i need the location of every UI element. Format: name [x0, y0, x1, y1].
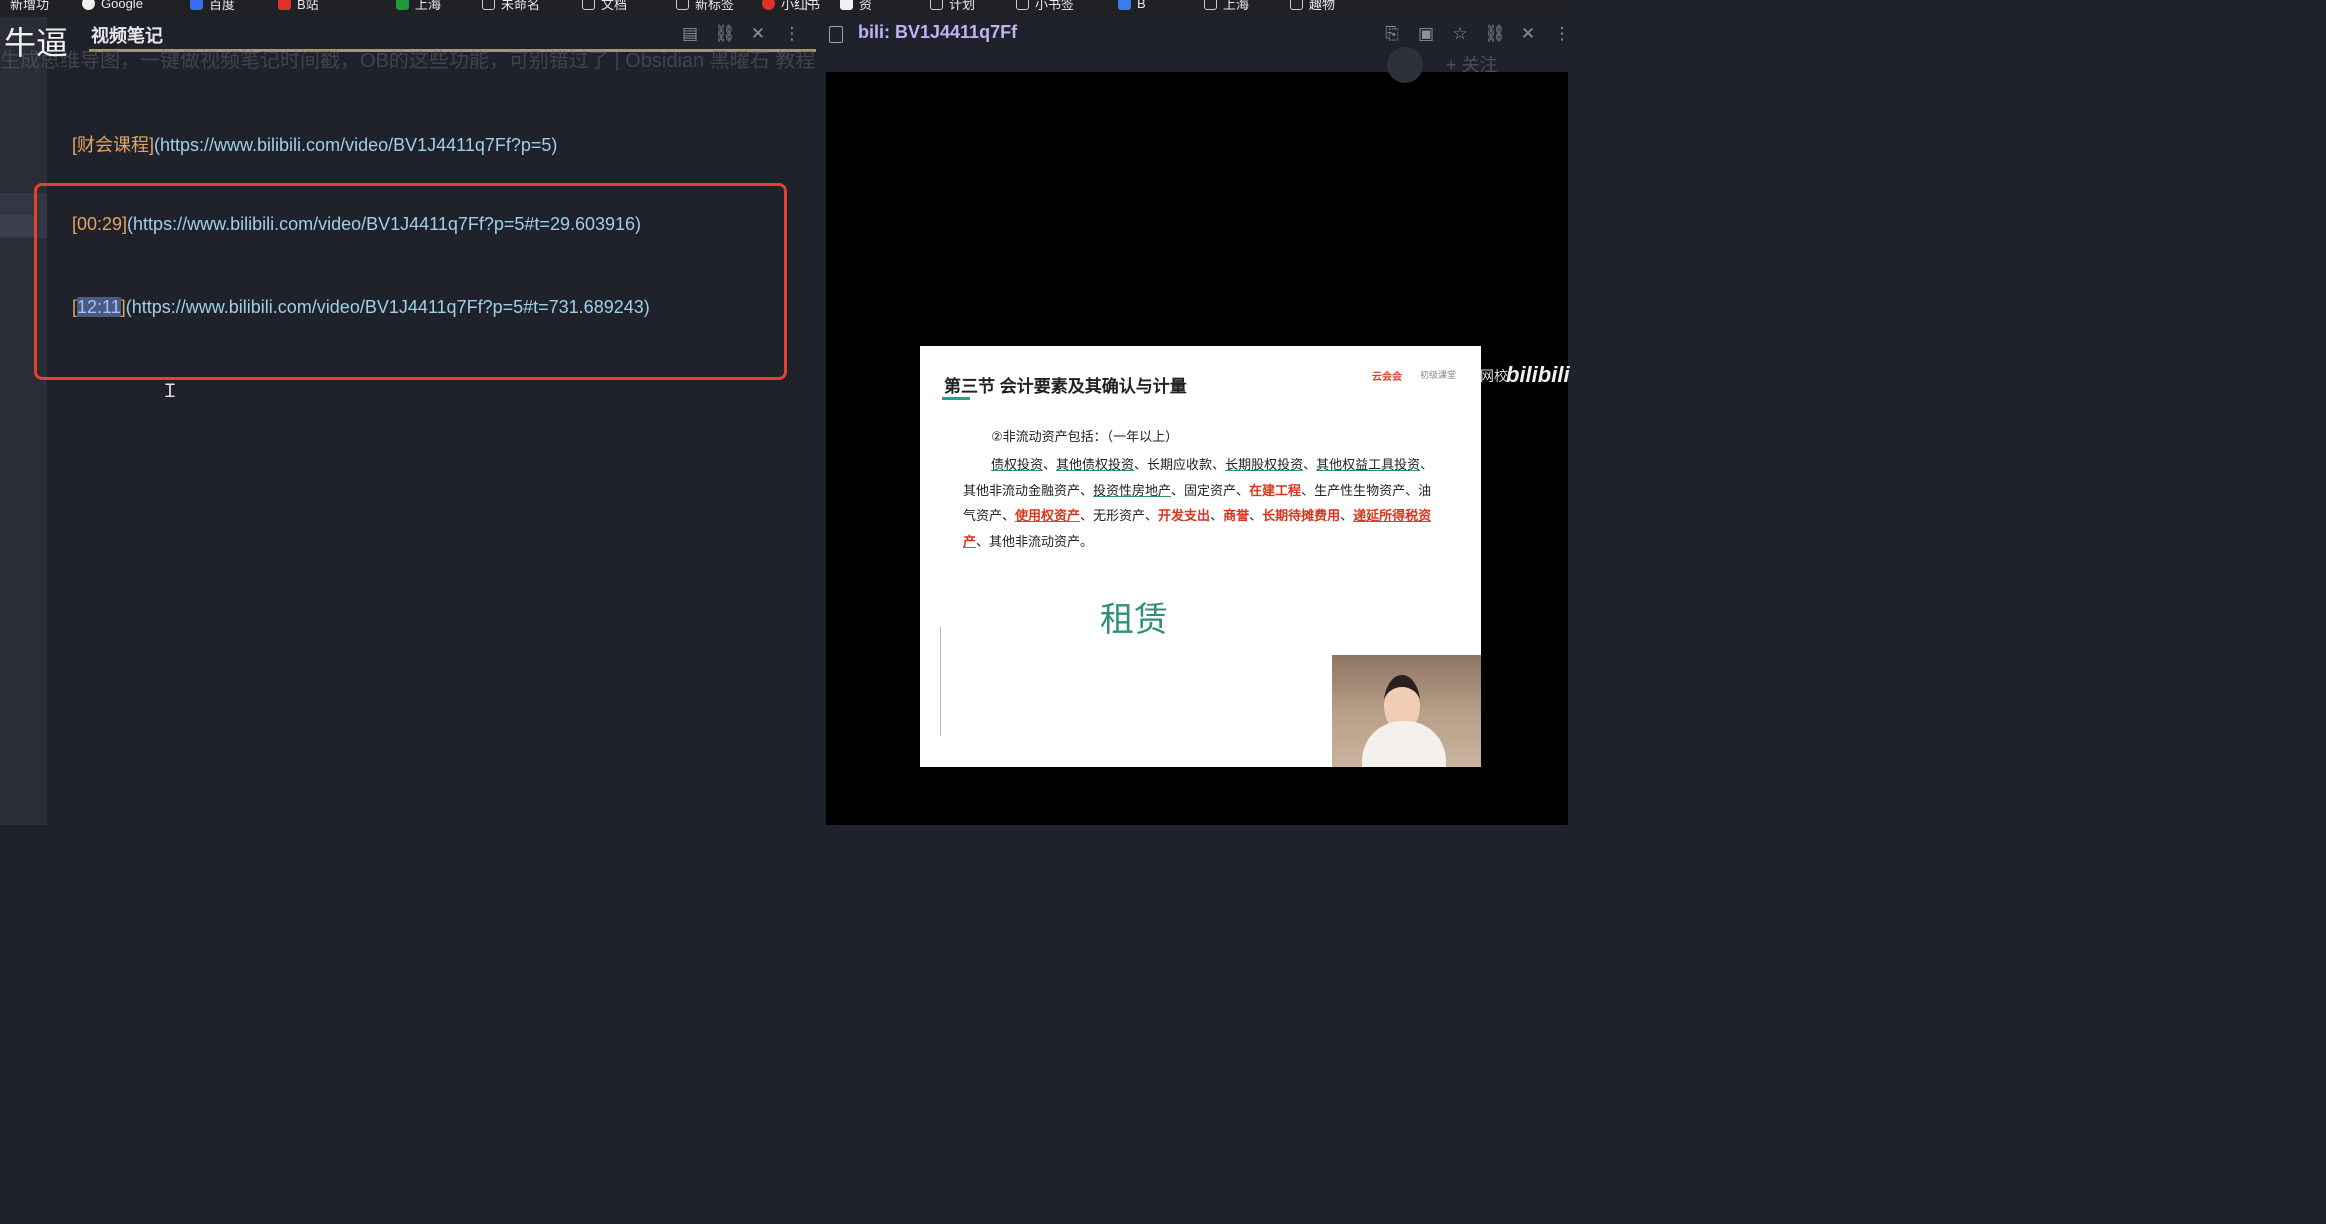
bookmark-item[interactable]: 趣物	[1290, 0, 1335, 12]
note-link-line[interactable]: [财会课程](https://www.bilibili.com/video/BV…	[72, 131, 557, 157]
xiaohongshu-icon	[762, 0, 775, 10]
timestamp-icon[interactable]: ⎘	[1382, 24, 1402, 44]
link-label[interactable]: [财会课程]	[72, 135, 154, 155]
sheet-icon	[396, 0, 409, 10]
slide-title: 第三节 会计要素及其确认与计量	[944, 377, 1187, 396]
timestamp-line[interactable]: [12:11](https://www.bilibili.com/video/B…	[72, 297, 650, 318]
slide-margin-line	[940, 626, 941, 736]
presenter-webcam	[1332, 655, 1481, 767]
bookmark-item[interactable]: 上海	[1204, 0, 1249, 12]
selected-timestamp[interactable]: 12:11	[77, 297, 121, 317]
bookmark-item[interactable]: 小书签	[1016, 0, 1074, 12]
slide-logo-sub: 初级课堂	[1420, 370, 1457, 380]
timestamp-url[interactable]: (https://www.bilibili.com/video/BV1J4411…	[127, 214, 641, 234]
baidu-icon	[190, 0, 203, 10]
google-icon	[82, 0, 95, 10]
more-icon[interactable]: ⋮	[782, 24, 802, 44]
folder-icon	[676, 0, 689, 10]
folder-icon	[1016, 0, 1029, 10]
link-icon[interactable]: ⛓	[714, 24, 736, 44]
folder-icon	[1204, 0, 1217, 10]
slide-paragraph: 债权投资、其他债权投资、长期应收款、长期股权投资、其他权益工具投资、其他非流动金…	[963, 457, 1434, 549]
timestamp-url[interactable]: (https://www.bilibili.com/video/BV1J4411…	[126, 297, 650, 317]
close-icon[interactable]: ✕	[1518, 24, 1538, 44]
bookmark-item[interactable]: B	[1118, 0, 1146, 11]
reading-view-icon[interactable]: ▤	[680, 24, 700, 44]
bookmark-item[interactable]: 新增功	[10, 0, 49, 12]
bookmark-item[interactable]: 文档	[582, 0, 627, 12]
note-editor-pane: 视频笔记 ▤ ⛓ ✕ ⋮ [财会课程](https://www.bilibili…	[34, 17, 826, 825]
handwritten-note: 租赁	[1100, 600, 1168, 640]
file-icon	[829, 26, 843, 43]
left-ribbon	[0, 17, 47, 825]
screenshot-icon[interactable]: ▣	[1416, 24, 1436, 44]
star-icon[interactable]: ☆	[1450, 24, 1470, 44]
folder-icon	[582, 0, 595, 10]
timestamp-label[interactable]: [00:29]	[72, 214, 127, 234]
video-header-actions: ⎘ ▣ ☆ ⛓ ✕ ⋮	[1382, 24, 1572, 44]
video-frame-slide[interactable]: 第三节 会计要素及其确认与计量 云会会 初级课堂 ②非流动资产包括：（一年以上）…	[920, 346, 1481, 767]
watermark-prefix: 网校	[1480, 368, 1508, 384]
folder-icon	[930, 0, 943, 10]
highlight-box	[34, 183, 787, 380]
page-icon	[840, 0, 853, 10]
bookmark-item[interactable]: 新标签	[676, 0, 734, 12]
link-icon[interactable]: ⛓	[1484, 24, 1506, 44]
browser-bookmarks-bar: 新增功 Google 百度 B站 上海 未命名 文档 新标签 小红书 下 资 计…	[0, 0, 1568, 17]
slide-logo: 云会会	[1372, 372, 1402, 383]
bookmark-item[interactable]: 下	[800, 0, 813, 12]
bilibili-icon	[278, 0, 291, 10]
bookmark-item[interactable]: 百度	[190, 0, 235, 12]
link-url[interactable]: (https://www.bilibili.com/video/BV1J4411…	[154, 135, 557, 155]
bookmark-item[interactable]: 资	[840, 0, 872, 12]
app-icon	[1118, 0, 1131, 10]
bookmark-item[interactable]: B站	[278, 0, 319, 12]
video-title[interactable]: bili: BV1J4411q7Ff	[858, 22, 1017, 43]
bookmark-item[interactable]: 上海	[396, 0, 441, 12]
video-title-overlay: 生成思维导图，一键做视频笔记时间戳，OB的这些功能，可别错过了 | Obsidi…	[0, 50, 816, 72]
slide-title-underline	[942, 397, 970, 400]
more-icon[interactable]: ⋮	[1552, 24, 1572, 44]
timestamp-line[interactable]: [00:29](https://www.bilibili.com/video/B…	[72, 214, 641, 235]
slide-subtitle: ②非流动资产包括：（一年以上）	[991, 429, 1179, 444]
text-cursor-icon: Ｉ	[161, 381, 179, 401]
note-header-actions: ▤ ⛓ ✕ ⋮	[680, 24, 802, 44]
bookmark-item[interactable]: 未命名	[482, 0, 540, 12]
video-pane: bili: BV1J4411q7Ff ⎘ ▣ ☆ ⛓ ✕ ⋮ + 关注 第三节 …	[826, 17, 1571, 825]
corner-overlay-text: 牛逼	[4, 24, 69, 62]
close-icon[interactable]: ✕	[748, 24, 768, 44]
ribbon-active-item[interactable]	[0, 215, 35, 236]
bilibili-watermark: bilibili	[1506, 362, 1570, 387]
bookmark-item[interactable]: Google	[82, 0, 143, 11]
folder-icon	[1290, 0, 1303, 10]
folder-icon	[482, 0, 495, 10]
bookmark-item[interactable]: 计划	[930, 0, 975, 12]
